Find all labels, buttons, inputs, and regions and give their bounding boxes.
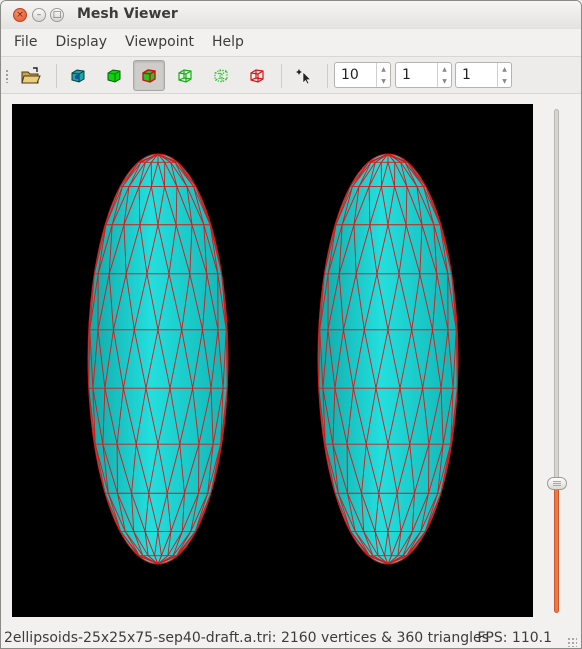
minimize-icon: – xyxy=(36,9,42,20)
menu-display[interactable]: Display xyxy=(46,34,116,50)
left-ellipsoid xyxy=(87,153,229,565)
spinner-arrows[interactable]: ▲ ▼ xyxy=(497,63,511,87)
open-file-button[interactable] xyxy=(15,60,47,91)
resize-grip[interactable] xyxy=(567,637,577,647)
shaded-cube-icon xyxy=(71,68,85,83)
scale-value[interactable]: 1 xyxy=(456,63,497,87)
spin-up-icon[interactable]: ▲ xyxy=(498,63,511,75)
close-icon: × xyxy=(16,9,24,20)
display-solid-button[interactable] xyxy=(98,60,130,91)
status-bar: 2ellipsoids-25x25x75-sep40-draft.a.tri: … xyxy=(1,627,581,648)
wireframe-cube-icon xyxy=(178,68,192,83)
pick-cursor-icon xyxy=(296,68,312,84)
scale-spinner[interactable]: 1 ▲ ▼ xyxy=(455,62,512,88)
toolbar: 10 ▲ ▼ 1 ▲ ▼ 1 ▲ ▼ xyxy=(1,56,581,94)
toolbar-separator xyxy=(281,64,282,88)
fps-readout: FPS: 110.1 xyxy=(477,630,552,646)
menu-file[interactable]: File xyxy=(5,34,46,50)
spin-down-icon[interactable]: ▼ xyxy=(438,75,451,87)
subdivision-value[interactable]: 10 xyxy=(335,63,376,87)
minimize-window-button[interactable]: – xyxy=(32,8,46,22)
display-solid-wire-button[interactable] xyxy=(133,60,165,91)
maximize-window-button[interactable]: □ xyxy=(50,8,64,22)
solid-wire-cube-icon xyxy=(142,68,156,83)
pick-mode-button[interactable] xyxy=(289,60,321,91)
3d-viewport[interactable] xyxy=(12,104,533,617)
window-title: Mesh Viewer xyxy=(77,6,178,22)
maximize-icon: □ xyxy=(52,9,62,20)
spin-down-icon[interactable]: ▼ xyxy=(498,75,511,87)
open-folder-icon xyxy=(21,66,41,83)
solid-cube-icon xyxy=(107,68,121,83)
menu-viewpoint[interactable]: Viewpoint xyxy=(116,34,203,50)
toolbar-separator xyxy=(327,64,328,88)
spin-up-icon[interactable]: ▲ xyxy=(377,63,390,75)
step-spinner[interactable]: 1 ▲ ▼ xyxy=(395,62,452,88)
zoom-slider-handle[interactable] xyxy=(547,477,567,490)
menu-help[interactable]: Help xyxy=(203,34,253,50)
zoom-slider-fill[interactable] xyxy=(554,485,559,613)
mesh-viewer-window: × – □ Mesh Viewer File Display Viewpoint… xyxy=(0,0,582,649)
toolbar-grip[interactable] xyxy=(5,69,9,83)
step-value[interactable]: 1 xyxy=(396,63,437,87)
right-ellipsoid xyxy=(317,153,459,565)
mesh-canvas[interactable] xyxy=(12,104,533,617)
red-wire-cube-icon xyxy=(250,68,264,83)
menu-bar: File Display Viewpoint Help xyxy=(1,29,581,55)
dotted-wire-cube-icon xyxy=(214,68,228,83)
zoom-slider-track[interactable] xyxy=(554,109,559,483)
display-red-wire-button[interactable] xyxy=(241,60,273,91)
title-bar: × – □ Mesh Viewer xyxy=(1,1,581,29)
display-dotted-wire-button[interactable] xyxy=(205,60,237,91)
spin-down-icon[interactable]: ▼ xyxy=(377,75,390,87)
spinner-arrows[interactable]: ▲ ▼ xyxy=(376,63,390,87)
display-wireframe-button[interactable] xyxy=(169,60,201,91)
spinner-arrows[interactable]: ▲ ▼ xyxy=(437,63,451,87)
toolbar-separator xyxy=(56,64,57,88)
close-window-button[interactable]: × xyxy=(13,8,27,22)
spin-up-icon[interactable]: ▲ xyxy=(438,63,451,75)
mesh-info-text: 2ellipsoids-25x25x75-sep40-draft.a.tri: … xyxy=(4,630,489,646)
subdivision-spinner[interactable]: 10 ▲ ▼ xyxy=(334,62,391,88)
display-shaded-button[interactable] xyxy=(62,60,94,91)
